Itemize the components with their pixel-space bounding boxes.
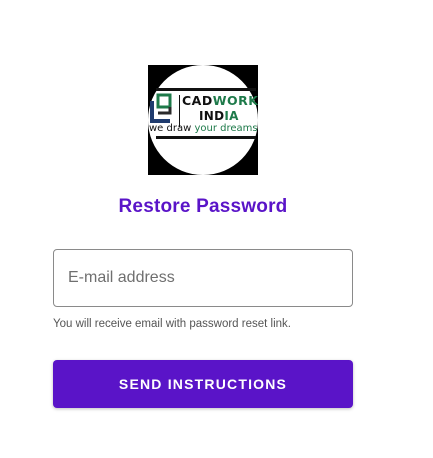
cadworks-logo: CADWORKS INDIA we draw your dreams: [148, 65, 258, 175]
logo-brand-text: CADWORKS: [182, 93, 258, 108]
cube-logo-icon: [150, 93, 172, 123]
logo-top-rule: [156, 88, 256, 91]
logo-sub-text: INDIA: [199, 109, 239, 123]
logo-tag-prefix: we draw: [149, 123, 192, 134]
logo-bottom-rule: [156, 136, 256, 139]
email-input[interactable]: [54, 250, 352, 306]
send-instructions-button[interactable]: SEND INSTRUCTIONS: [53, 360, 353, 408]
logo-tagline: we draw your dreams: [149, 123, 258, 134]
restore-password-page: CADWORKS INDIA we draw your dreams Resto…: [0, 0, 433, 458]
helper-text: You will receive email with password res…: [53, 318, 291, 330]
logo-sub-prefix: IND: [199, 109, 225, 123]
logo-sub-suffix: IA: [224, 109, 239, 123]
page-title: Restore Password: [118, 196, 288, 217]
email-field[interactable]: [53, 249, 353, 307]
logo-brand-prefix: CAD: [182, 93, 213, 108]
logo-brand-suffix: WORKS: [212, 93, 258, 108]
logo-tag-suffix: your dreams: [194, 123, 258, 134]
